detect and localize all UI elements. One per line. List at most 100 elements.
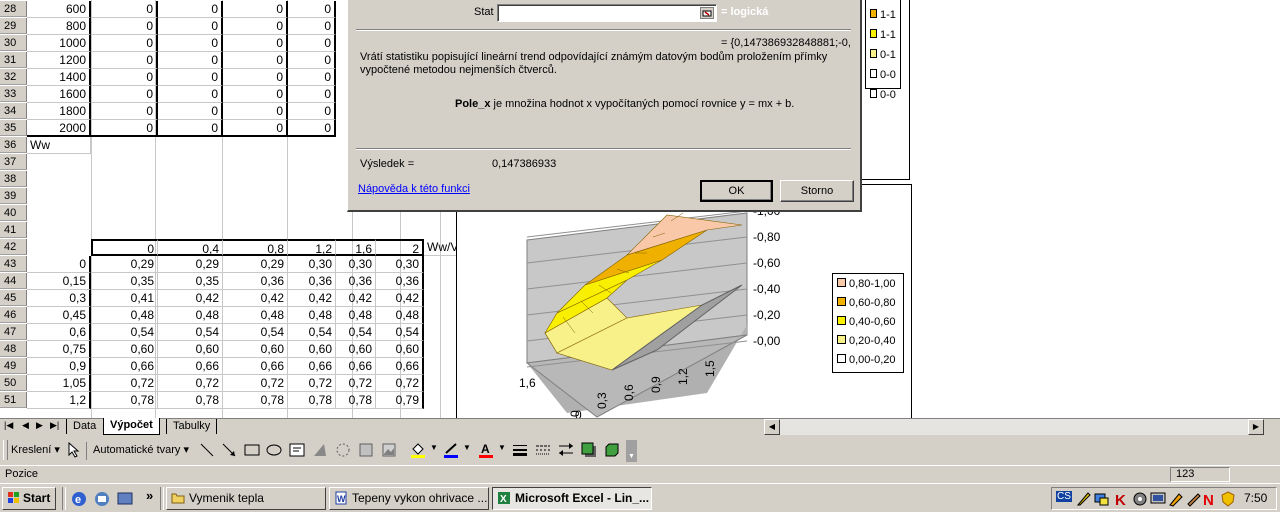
table-cell[interactable]: 0,72 [223, 375, 288, 392]
table-cell[interactable]: 0,78 [336, 392, 376, 409]
table-cell[interactable]: 1,05 [27, 375, 91, 392]
wordart-tool-icon[interactable] [312, 442, 328, 458]
table-cell[interactable]: Ww [27, 137, 91, 154]
table-cell[interactable]: 0 [91, 35, 158, 52]
table-cell[interactable]: 0,48 [223, 307, 288, 324]
select-pointer-icon[interactable] [66, 442, 82, 458]
table-cell[interactable]: 0 [223, 103, 288, 120]
table-cell[interactable]: 0 [91, 86, 158, 103]
table-cell[interactable]: 0,35 [158, 273, 223, 290]
table-cell[interactable]: 0,75 [27, 341, 91, 358]
tray-shield-icon[interactable] [1220, 491, 1236, 507]
table-cell[interactable]: 0,30 [376, 256, 424, 273]
language-indicator[interactable]: CS [1056, 491, 1072, 502]
ok-button[interactable]: OK [700, 180, 773, 202]
table-cell[interactable]: 0,4 [158, 239, 223, 256]
table-cell[interactable]: 0,3 [27, 290, 91, 307]
table-cell[interactable]: 0 [91, 1, 158, 18]
collapse-dialog-icon[interactable] [700, 7, 714, 19]
table-cell[interactable]: 0,48 [158, 307, 223, 324]
fill-color-dropdown-icon[interactable]: ▼ [430, 443, 438, 452]
table-cell[interactable]: 0,41 [91, 290, 158, 307]
row-header[interactable]: 37 [0, 154, 27, 170]
row-header[interactable]: 39 [0, 188, 27, 204]
table-cell[interactable]: 0 [158, 1, 223, 18]
table-cell[interactable]: 0,78 [223, 392, 288, 409]
table-cell[interactable]: 1800 [27, 103, 91, 120]
tray-norton-icon[interactable]: N [1202, 491, 1218, 507]
textbox-tool-icon[interactable] [289, 442, 305, 458]
table-cell[interactable]: 0,42 [223, 290, 288, 307]
table-cell[interactable]: 0,30 [336, 256, 376, 273]
row-header[interactable]: 31 [0, 52, 27, 68]
row-header[interactable]: 42 [0, 239, 27, 255]
table-cell[interactable]: 0 [288, 18, 336, 35]
table-cell[interactable]: 0 [288, 120, 336, 137]
table-cell[interactable]: 0,72 [91, 375, 158, 392]
tray-monitor-icon[interactable] [1150, 491, 1166, 507]
table-cell[interactable]: 0 [288, 103, 336, 120]
table-cell[interactable]: 1600 [27, 86, 91, 103]
table-cell[interactable]: 0 [91, 18, 158, 35]
table-cell[interactable]: 0,48 [376, 307, 424, 324]
table-cell[interactable]: 0,45 [27, 307, 91, 324]
table-cell[interactable]: 0,66 [223, 358, 288, 375]
table-cell[interactable]: 0 [158, 86, 223, 103]
row-header[interactable]: 51 [0, 392, 27, 408]
start-button[interactable]: Start [2, 487, 56, 510]
table-cell[interactable]: 0,42 [336, 290, 376, 307]
fill-color-icon[interactable] [410, 442, 426, 458]
3d-style-icon[interactable] [604, 442, 620, 458]
table-cell[interactable]: 0,35 [91, 273, 158, 290]
table-cell[interactable]: 0 [288, 52, 336, 69]
tray-k-icon[interactable]: K [1114, 491, 1130, 507]
next-sheet-icon[interactable]: ▶ [36, 420, 43, 431]
table-cell[interactable]: 800 [27, 18, 91, 35]
taskbar-button-word[interactable]: W Tepeny vykon ohrivace ... [329, 487, 489, 510]
taskbar-button-excel[interactable]: X Microsoft Excel - Lin_... [492, 487, 652, 510]
table-cell[interactable]: 0,78 [158, 392, 223, 409]
table-cell[interactable]: 0 [158, 120, 223, 137]
tray-pen-icon[interactable] [1076, 491, 1092, 507]
tray-tools-icon[interactable] [1186, 491, 1202, 507]
table-cell[interactable]: 0,36 [376, 273, 424, 290]
row-header[interactable]: 41 [0, 222, 27, 238]
table-cell[interactable]: 0,29 [223, 256, 288, 273]
table-cell[interactable]: 0,60 [158, 341, 223, 358]
scroll-left-icon[interactable]: ◀ [764, 419, 780, 435]
table-cell[interactable]: 2 [376, 239, 424, 256]
clipart-tool-icon[interactable] [358, 442, 374, 458]
rectangle-tool-icon[interactable] [244, 442, 260, 458]
row-header[interactable]: 29 [0, 18, 27, 34]
row-header[interactable]: 35 [0, 120, 27, 136]
scroll-right-icon[interactable]: ▶ [1248, 419, 1264, 435]
row-header[interactable]: 49 [0, 358, 27, 374]
table-cell[interactable]: 0 [288, 1, 336, 18]
line-style-icon[interactable] [512, 442, 528, 458]
table-cell[interactable]: 0,60 [288, 341, 336, 358]
row-header[interactable]: 48 [0, 341, 27, 357]
row-header[interactable]: 46 [0, 307, 27, 323]
font-color-dropdown-icon[interactable]: ▼ [498, 443, 506, 452]
row-header[interactable]: 34 [0, 103, 27, 119]
table-cell[interactable]: 0,66 [288, 358, 336, 375]
line-color-icon[interactable] [443, 442, 459, 458]
table-cell[interactable]: 0,8 [223, 239, 288, 256]
table-cell[interactable]: 0,30 [288, 256, 336, 273]
row-header[interactable]: 40 [0, 205, 27, 221]
table-cell[interactable]: 0 [288, 35, 336, 52]
cancel-button[interactable]: Storno [780, 180, 854, 202]
table-cell[interactable]: 0 [223, 52, 288, 69]
table-cell[interactable]: 0 [158, 103, 223, 120]
table-cell[interactable]: 0,54 [376, 324, 424, 341]
table-cell[interactable]: 0,36 [336, 273, 376, 290]
surface-chart[interactable]: -0,00-0,20-0,40-0,60-0,80-1,0000,30,60,9… [456, 184, 912, 418]
table-cell[interactable]: 0,42 [288, 290, 336, 307]
table-cell[interactable]: 0,66 [336, 358, 376, 375]
table-cell[interactable]: 0,72 [376, 375, 424, 392]
table-cell[interactable]: 0,72 [336, 375, 376, 392]
row-header[interactable]: 38 [0, 171, 27, 187]
line-tool-icon[interactable] [199, 442, 215, 458]
table-cell[interactable]: 0,54 [158, 324, 223, 341]
table-cell[interactable]: 0,66 [376, 358, 424, 375]
